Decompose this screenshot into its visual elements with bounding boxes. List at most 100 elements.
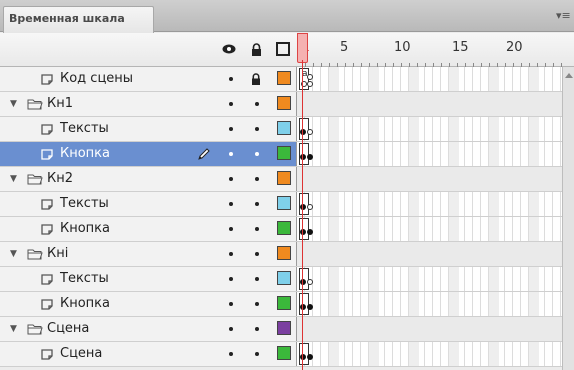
layer-controls[interactable]: Кнопка [0,142,297,166]
layer-row[interactable]: Сцена [0,342,562,367]
outline-icon[interactable] [275,41,291,57]
frame-cells[interactable] [297,92,562,116]
visibility-toggle[interactable] [229,327,233,331]
frame-cells[interactable] [297,167,562,191]
outline-color-swatch[interactable] [277,146,291,160]
layer-controls[interactable]: ▼ Кнi [0,242,297,266]
layer-row[interactable]: Код сцены a [0,67,562,92]
layer-row[interactable]: Тексты [0,267,562,292]
layer-controls[interactable]: Сцена [0,342,297,366]
lock-toggle[interactable] [255,327,259,331]
layer-row[interactable]: Тексты [0,117,562,142]
layer-folder-row[interactable]: ▼ Сцена [0,317,562,342]
lock-toggle[interactable] [255,352,259,356]
expand-arrow-icon[interactable]: ▼ [10,324,17,334]
frame-cells[interactable] [297,217,562,241]
frame-track[interactable] [297,192,562,216]
layer-controls[interactable]: Тексты [0,117,297,141]
layer-row[interactable]: Кнопка [0,292,562,317]
visibility-toggle[interactable] [229,127,233,131]
frame-track[interactable] [297,342,562,366]
visibility-toggle[interactable] [229,152,233,156]
outline-color-swatch[interactable] [277,346,291,360]
lock-toggle[interactable] [255,102,259,106]
playhead-handle[interactable] [297,33,308,63]
layer-row[interactable]: Кнопка [0,217,562,242]
frame-track[interactable] [297,267,562,291]
layer-controls[interactable]: Тексты [0,267,297,291]
frame-track[interactable]: a [297,67,562,91]
lock-toggle[interactable] [255,127,259,131]
frame-track[interactable] [297,292,562,316]
visibility-toggle[interactable] [229,252,233,256]
scroll-up-icon[interactable] [565,73,573,78]
lock-toggle[interactable] [255,302,259,306]
layer-row[interactable]: Кнопка [0,142,562,167]
frame-group-shade [329,117,339,141]
lock-icon[interactable] [251,73,261,85]
lock-toggle[interactable] [255,177,259,181]
outline-color-swatch[interactable] [277,321,291,335]
lock-toggle[interactable] [255,277,259,281]
frame-track[interactable] [297,142,562,166]
outline-color-swatch[interactable] [277,121,291,135]
frame-ruler[interactable]: 1 5 10 15 20 [297,33,562,67]
lock-toggle[interactable] [255,252,259,256]
outline-color-swatch[interactable] [277,171,291,185]
visibility-toggle[interactable] [229,352,233,356]
outline-color-swatch[interactable] [277,71,291,85]
outline-color-swatch[interactable] [277,196,291,210]
frame-cells[interactable] [297,242,562,266]
visibility-toggle[interactable] [229,277,233,281]
frame-track[interactable] [297,217,562,241]
visibility-toggle[interactable] [229,77,233,81]
lock-icon[interactable] [248,41,264,57]
outline-color-swatch[interactable] [277,296,291,310]
visibility-toggle[interactable] [229,177,233,181]
lock-toggle[interactable] [255,202,259,206]
frame-track[interactable] [297,92,562,116]
layer-row[interactable]: Тексты [0,192,562,217]
frame-track[interactable] [297,242,562,266]
visibility-toggle[interactable] [229,302,233,306]
layer-name: Код сцены [60,71,134,86]
visibility-toggle[interactable] [229,202,233,206]
layer-controls[interactable]: Код сцены [0,67,297,91]
outline-color-swatch[interactable] [277,271,291,285]
frame-cells[interactable] [297,317,562,341]
layer-folder-row[interactable]: ▼ Кн2 [0,167,562,192]
frame-cells[interactable] [297,192,562,216]
lock-toggle[interactable] [255,152,259,156]
layer-controls[interactable]: Тексты [0,192,297,216]
outline-color-swatch[interactable] [277,96,291,110]
eye-icon[interactable] [221,41,237,57]
frame-cells[interactable] [297,342,562,366]
layer-folder-row[interactable]: ▼ Кн1 [0,92,562,117]
expand-arrow-icon[interactable]: ▼ [10,174,17,184]
visibility-toggle[interactable] [229,102,233,106]
frame-track[interactable] [297,117,562,141]
frame-cells[interactable] [297,267,562,291]
vertical-scrollbar[interactable] [562,67,574,370]
layer-folder-row[interactable]: ▼ Кнi [0,242,562,267]
layer-controls[interactable]: Кнопка [0,292,297,316]
expand-arrow-icon[interactable]: ▼ [10,99,17,109]
visibility-toggle[interactable] [229,227,233,231]
frame-cells[interactable] [297,292,562,316]
frame-track[interactable] [297,317,562,341]
layer-controls[interactable]: ▼ Сцена [0,317,297,341]
layer-controls[interactable]: Кнопка [0,217,297,241]
lock-toggle[interactable] [255,227,259,231]
outline-color-swatch[interactable] [277,246,291,260]
ruler-mark: 10 [394,40,411,55]
frame-cells[interactable] [297,117,562,141]
frame-track[interactable] [297,167,562,191]
frame-cells[interactable] [297,142,562,166]
outline-color-swatch[interactable] [277,221,291,235]
panel-menu-icon[interactable]: ▾≡ [556,10,571,22]
tab-timeline[interactable]: Временная шкала [3,6,154,33]
frame-cells[interactable] [297,67,562,91]
expand-arrow-icon[interactable]: ▼ [10,249,17,259]
layer-controls[interactable]: ▼ Кн1 [0,92,297,116]
layer-controls[interactable]: ▼ Кн2 [0,167,297,191]
